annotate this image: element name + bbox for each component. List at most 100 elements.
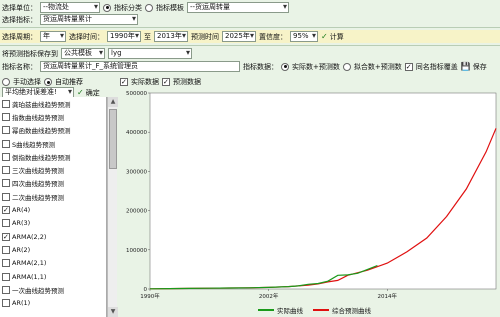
save-label: 保存 — [472, 62, 487, 71]
method-checkbox[interactable] — [2, 192, 10, 201]
auto-radio[interactable] — [44, 78, 52, 86]
save-to-row: 将预测指标保存到 公共模板 lyg — [0, 48, 500, 59]
method-label: ARMA(2,1) — [12, 259, 47, 268]
fitted-forecast-radio[interactable] — [342, 62, 351, 71]
forecast-data-checkbox[interactable] — [162, 78, 170, 86]
method-checkbox[interactable] — [2, 232, 10, 241]
legend-label-actual: 实际曲线 — [277, 307, 303, 315]
method-checkbox[interactable] — [2, 299, 10, 308]
method-label: ARMA(2,2) — [12, 232, 47, 241]
method-checkbox[interactable] — [2, 139, 10, 148]
confirm-label: 确定 — [85, 88, 100, 97]
indicator-name-row: 指标名称： 货运周转量累计_F_系统管理员 指标数据： 实际数+预测数 拟合数+… — [0, 61, 500, 72]
period-label: 选择周期： — [2, 32, 37, 41]
method-label: 三次曲线趋势预测 — [12, 167, 64, 176]
method-checkbox[interactable] — [2, 152, 10, 161]
manual-radio[interactable] — [2, 78, 10, 86]
method-item[interactable]: 指数曲线趋势预测 — [0, 110, 106, 123]
method-list: 龚珀兹曲线趋势预测 指数曲线趋势预测幂函数曲线趋势预测 S曲线趋势预测 倒指数曲线趋势… — [0, 97, 107, 317]
actual-data-checkbox[interactable] — [120, 78, 128, 86]
chart-area: 实际数据 预测数据 0 100000 200000 300000 400000 50000… — [118, 77, 500, 317]
calculate-label: 计算 — [329, 32, 344, 41]
method-label: 龚珀兹曲线趋势预测 — [12, 100, 71, 109]
method-checkbox[interactable] — [2, 245, 10, 254]
method-checkbox[interactable] — [2, 126, 10, 135]
method-item[interactable]: 四次曲线趋势预测 — [0, 177, 106, 190]
method-item[interactable]: 幂函数曲线趋势预测 — [0, 124, 106, 137]
method-checkbox[interactable] — [2, 272, 10, 281]
actual-forecast-radio[interactable] — [281, 62, 289, 71]
method-item[interactable]: 三次曲线趋势预测 — [0, 163, 106, 176]
chart-legend: 实际曲线 综合预测曲线 — [258, 305, 371, 315]
divider — [0, 45, 500, 46]
method-label: 一次曲线趋势预测 — [12, 286, 64, 295]
method-item[interactable]: S曲线趋势预测 — [0, 137, 106, 150]
method-item[interactable]: 一次曲线趋势预测 — [0, 283, 106, 296]
method-checkbox[interactable] — [2, 179, 10, 188]
actual-forecast-label: 实际数+预测数 — [292, 62, 340, 71]
method-item[interactable]: 二次曲线趋势预测 — [0, 190, 106, 203]
template-select[interactable]: --货运周转量 — [187, 2, 289, 13]
save-to-label: 将预测指标保存到 — [2, 49, 58, 58]
calculate-button[interactable]: ✓ 计算 — [321, 32, 344, 42]
method-checkbox[interactable] — [2, 99, 10, 108]
confidence-select[interactable]: 95% — [290, 31, 318, 42]
confidence-label: 置信度： — [259, 32, 287, 41]
method-checkbox[interactable] — [2, 259, 10, 268]
overwrite-label: 同名指标覆盖 — [415, 62, 458, 71]
scrollbar[interactable]: ▲ ▼ — [107, 97, 118, 317]
x-tick-label: 1990年 — [140, 292, 160, 300]
divider — [0, 27, 500, 28]
start-year-select[interactable]: 1990年 — [107, 31, 141, 42]
method-label: 指数曲线趋势预测 — [12, 113, 64, 122]
legend-line-actual — [258, 309, 274, 311]
method-checkbox[interactable] — [2, 206, 10, 215]
manual-label: 手动选择 — [13, 78, 41, 86]
actual-data-label: 实际数据 — [131, 78, 159, 86]
to-label: 至 — [144, 32, 151, 41]
save-target-select[interactable]: 公共模板 — [61, 48, 105, 59]
save-name-select[interactable]: lyg — [108, 48, 192, 59]
indicator-label: 选择指标： — [2, 15, 37, 24]
method-item[interactable]: ARMA(2,2) — [0, 230, 106, 243]
check-icon: ✓ — [321, 32, 328, 41]
method-item[interactable]: AR(3) — [0, 217, 106, 230]
template-radio[interactable] — [145, 3, 153, 12]
forecast-year-select[interactable]: 2025年 — [222, 31, 256, 42]
method-item[interactable]: 龚珀兹曲线趋势预测 — [0, 97, 106, 110]
method-item[interactable]: ARMA(2,1) — [0, 257, 106, 270]
period-select[interactable]: 年 — [40, 31, 66, 42]
y-tick-label: 0 — [144, 287, 148, 293]
method-label: ARMA(1,1) — [12, 272, 47, 281]
method-item[interactable]: ARMA(1,1) — [0, 270, 106, 283]
method-item[interactable]: AR(4) — [0, 203, 106, 216]
method-checkbox[interactable] — [2, 219, 10, 228]
indicator-name-input[interactable]: 货运周转量累计_F_系统管理员 — [40, 61, 240, 72]
confirm-button[interactable]: ✓ 确定 — [77, 88, 100, 98]
y-tick-label: 300000 — [126, 169, 147, 175]
scroll-up-icon[interactable]: ▲ — [108, 97, 118, 107]
method-label: 二次曲线趋势预测 — [12, 193, 64, 202]
save-button[interactable]: 💾 保存 — [461, 62, 487, 72]
method-item[interactable]: AR(1) — [0, 296, 106, 309]
overwrite-checkbox[interactable] — [404, 62, 413, 71]
legend-label-forecast: 综合预测曲线 — [332, 307, 371, 315]
method-label: S曲线趋势预测 — [12, 140, 56, 149]
data-label: 指标数据： — [243, 62, 278, 71]
method-checkbox[interactable] — [2, 112, 10, 121]
method-checkbox[interactable] — [2, 166, 10, 175]
method-checkbox[interactable] — [2, 285, 10, 294]
method-item[interactable]: AR(2) — [0, 243, 106, 256]
scroll-thumb[interactable] — [109, 109, 117, 169]
method-label: AR(1) — [12, 299, 31, 308]
legend-line-forecast — [313, 309, 329, 311]
method-item[interactable]: 倒指数曲线趋势预测 — [0, 150, 106, 163]
indicator-select[interactable]: 货运周转量累计 — [40, 14, 138, 25]
y-tick-label: 200000 — [126, 209, 147, 215]
category-radio[interactable] — [103, 3, 111, 12]
scroll-down-icon[interactable]: ▼ — [108, 307, 118, 317]
legend-item-forecast: 综合预测曲线 — [313, 305, 371, 315]
forecast-data-label: 预测数据 — [173, 78, 201, 86]
end-year-select[interactable]: 2013年 — [154, 31, 188, 42]
unit-select[interactable]: --物流处 — [40, 2, 100, 13]
